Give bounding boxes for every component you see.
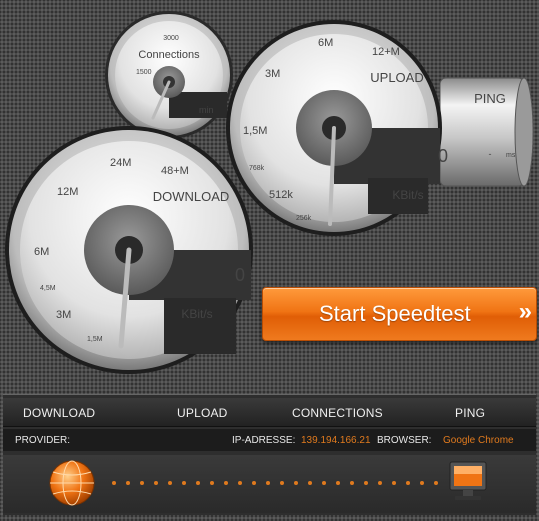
progress-dots — [112, 481, 438, 485]
globe-icon — [49, 460, 95, 506]
track-layer — [49, 460, 487, 506]
computer-icon — [449, 461, 487, 500]
